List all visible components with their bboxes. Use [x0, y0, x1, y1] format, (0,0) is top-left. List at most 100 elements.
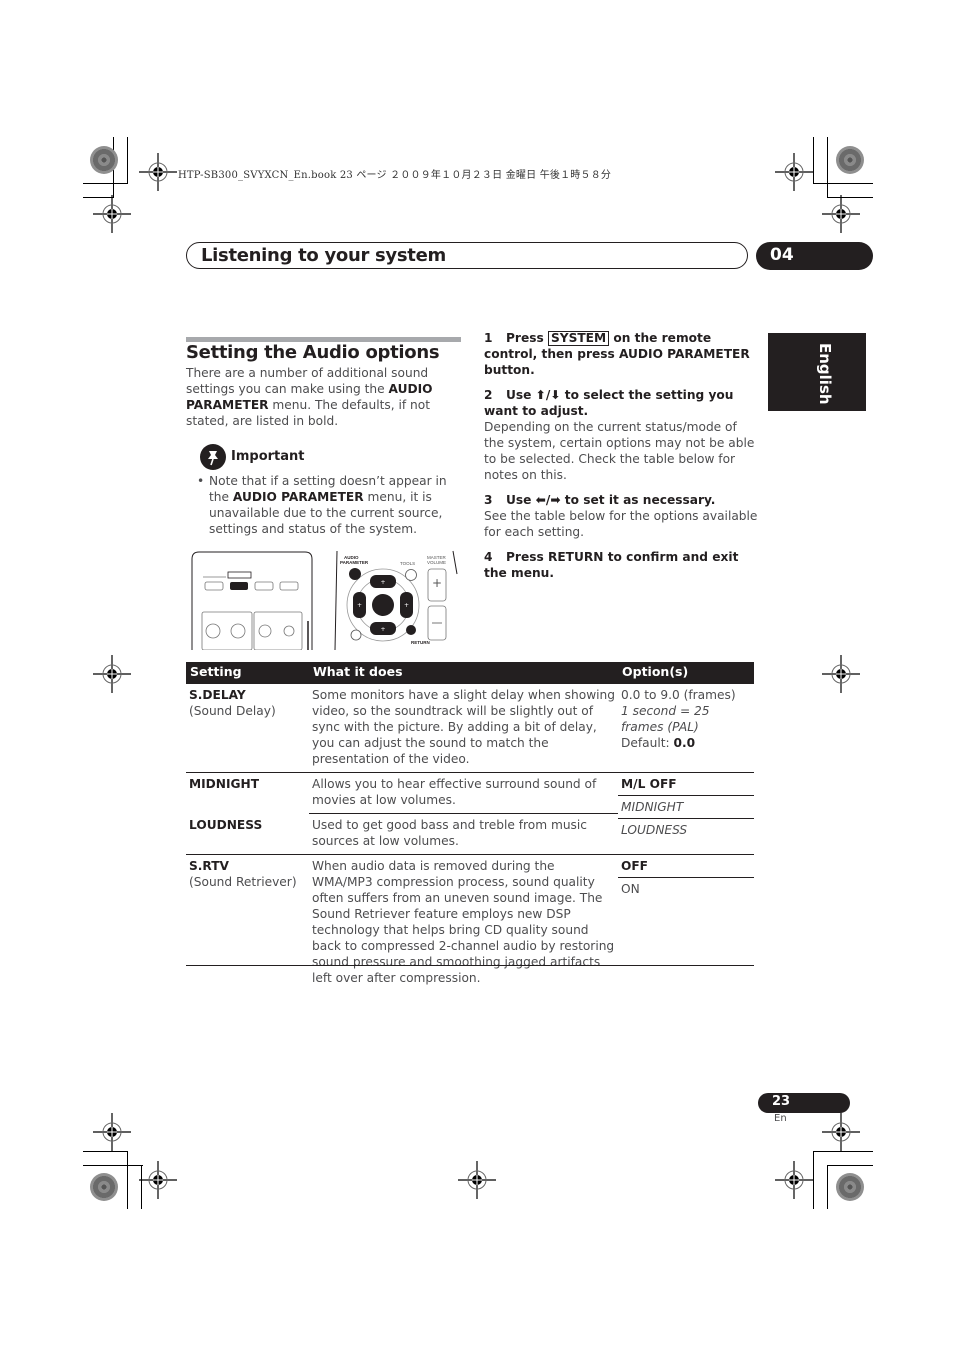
section-title: Setting the Audio options	[186, 342, 440, 363]
step-text: to set it as necessary.	[560, 493, 716, 507]
bullet-emphasis: AUDIO PARAMETER	[232, 490, 364, 504]
crop-mark	[127, 1151, 129, 1209]
crop-mark	[813, 183, 873, 185]
registration-mark-icon	[822, 195, 860, 233]
step-description: Depending on the current status/mode of …	[484, 420, 755, 482]
option-value: MIDNIGHT	[618, 796, 754, 819]
chapter-number-tab: 04	[756, 242, 873, 270]
remote-illustration-audio-parameter: AUDIO PARAMETER TOOLS MASTER VOLUME + + …	[334, 549, 458, 651]
table-row-sdelay: S.DELAY (Sound Delay) Some monitors have …	[186, 684, 754, 773]
step-number: 4	[484, 550, 493, 564]
step-number: 3	[484, 493, 493, 507]
option-value: M/L OFF	[618, 773, 754, 796]
color-rosette	[90, 1173, 118, 1201]
registration-mark-icon	[822, 655, 860, 693]
step-2: 2 Use ⬆/⬇ to select the setting you want …	[484, 387, 759, 483]
crop-mark	[813, 1151, 873, 1153]
setting-name: S.DELAY	[189, 688, 246, 702]
audio-options-table: Setting What it does Option(s) S.DELAY (S…	[186, 662, 754, 991]
registration-mark-icon	[775, 153, 813, 191]
registration-mark-icon	[775, 1161, 813, 1199]
crop-mark	[827, 1165, 829, 1209]
setting-subtitle: (Sound Delay)	[189, 704, 276, 718]
language-tab: English	[768, 333, 866, 411]
chapter-header: Listening to your system	[186, 242, 748, 269]
pushpin-icon	[200, 444, 226, 470]
crop-mark	[813, 137, 815, 183]
setting-name: S.RTV	[189, 859, 229, 873]
svg-text:RETURN: RETURN	[411, 640, 430, 645]
registration-mark-icon	[93, 195, 131, 233]
color-rosette	[836, 146, 864, 174]
registration-mark-icon	[93, 1113, 131, 1151]
svg-text:+: +	[381, 579, 386, 586]
crop-mark	[813, 1151, 815, 1209]
remote-illustration-system	[191, 551, 313, 651]
registration-mark-icon	[139, 1161, 177, 1199]
color-rosette	[836, 1173, 864, 1201]
crop-mark	[827, 137, 829, 197]
language-label: English	[816, 343, 834, 405]
option-range: 0.0 to 9.0 (frames)	[621, 688, 736, 702]
table-row-midnight: MIDNIGHT Allows you to hear effective su…	[186, 772, 754, 855]
option-default: Default: 0.0	[621, 735, 751, 751]
chapter-title: Listening to your system	[201, 245, 446, 266]
setting-name: LOUDNESS	[189, 817, 263, 832]
step-text: Press	[506, 331, 548, 345]
option-value: ON	[621, 882, 640, 896]
crop-mark	[83, 1165, 143, 1167]
default-value: 0.0	[673, 736, 696, 750]
setting-description: Some monitors have a slight delay when s…	[312, 688, 616, 766]
svg-text:TOOLS: TOOLS	[400, 561, 415, 566]
table-row-srtv: S.RTV (Sound Retriever) When audio data i…	[186, 854, 754, 991]
svg-text:PARAMETER: PARAMETER	[340, 560, 369, 565]
step-number: 1	[484, 331, 493, 345]
color-rosette	[90, 146, 118, 174]
setting-name: MIDNIGHT	[186, 772, 309, 814]
chapter-number: 04	[770, 245, 794, 265]
svg-text:+: +	[432, 576, 442, 590]
step-text: Press RETURN to confirm and exit the men…	[484, 550, 739, 580]
step-4: 4 Press RETURN to confirm and exit the me…	[484, 549, 759, 581]
crop-mark	[127, 137, 129, 183]
left-right-arrow-icon: ⬅/➡	[535, 493, 561, 507]
step-text: Use	[506, 493, 536, 507]
crop-mark	[827, 1165, 873, 1167]
important-label: Important	[231, 449, 305, 464]
setting-description: Allows you to hear effective surround so…	[309, 772, 618, 814]
registration-mark-icon	[93, 655, 131, 693]
setting-description: When audio data is removed during the WM…	[309, 854, 618, 991]
crop-mark	[83, 183, 128, 185]
print-job-info: HTP-SB300_SVYXCN_En.book 23 ページ ２００９年１０月…	[178, 170, 612, 181]
option-value: LOUDNESS	[621, 823, 688, 837]
intro-paragraph: There are a number of additional sound s…	[186, 365, 464, 429]
step-3: 3 Use ⬅/➡ to set it as necessary. See the…	[484, 492, 759, 540]
step-number: 2	[484, 388, 493, 402]
step-1: 1 Press SYSTEM on the remote control, the…	[484, 330, 759, 378]
svg-text:+: +	[381, 626, 386, 633]
bullet-dot: •	[197, 474, 205, 488]
default-label: Default:	[621, 736, 674, 750]
step-description: See the table below for the options avai…	[484, 509, 758, 539]
registration-mark-icon	[822, 1113, 860, 1151]
up-down-arrow-icon: ⬆/⬇	[535, 388, 561, 402]
column-header-what-it-does: What it does	[309, 662, 618, 684]
column-header-setting: Setting	[186, 662, 309, 684]
registration-mark-icon	[458, 1161, 496, 1199]
system-key-label: SYSTEM	[547, 331, 610, 346]
setting-description: Used to get good bass and treble from mu…	[309, 813, 618, 855]
table-header-row: Setting What it does Option(s)	[186, 662, 754, 684]
registration-mark-icon	[139, 153, 177, 191]
setting-subtitle: (Sound Retriever)	[189, 875, 297, 889]
steps-list: 1 Press SYSTEM on the remote control, the…	[484, 330, 759, 590]
table-bottom-rule	[186, 965, 754, 967]
step-text: Use	[506, 388, 536, 402]
crop-mark	[83, 1151, 128, 1153]
column-header-options: Option(s)	[618, 662, 754, 684]
svg-text:+: +	[404, 602, 409, 609]
page-number-tab: 23	[758, 1093, 850, 1113]
option-value: OFF	[618, 855, 754, 878]
option-note: 1 second = 25 frames (PAL)	[621, 704, 710, 734]
svg-text:VOLUME: VOLUME	[427, 560, 446, 565]
svg-text:+: +	[357, 602, 362, 609]
